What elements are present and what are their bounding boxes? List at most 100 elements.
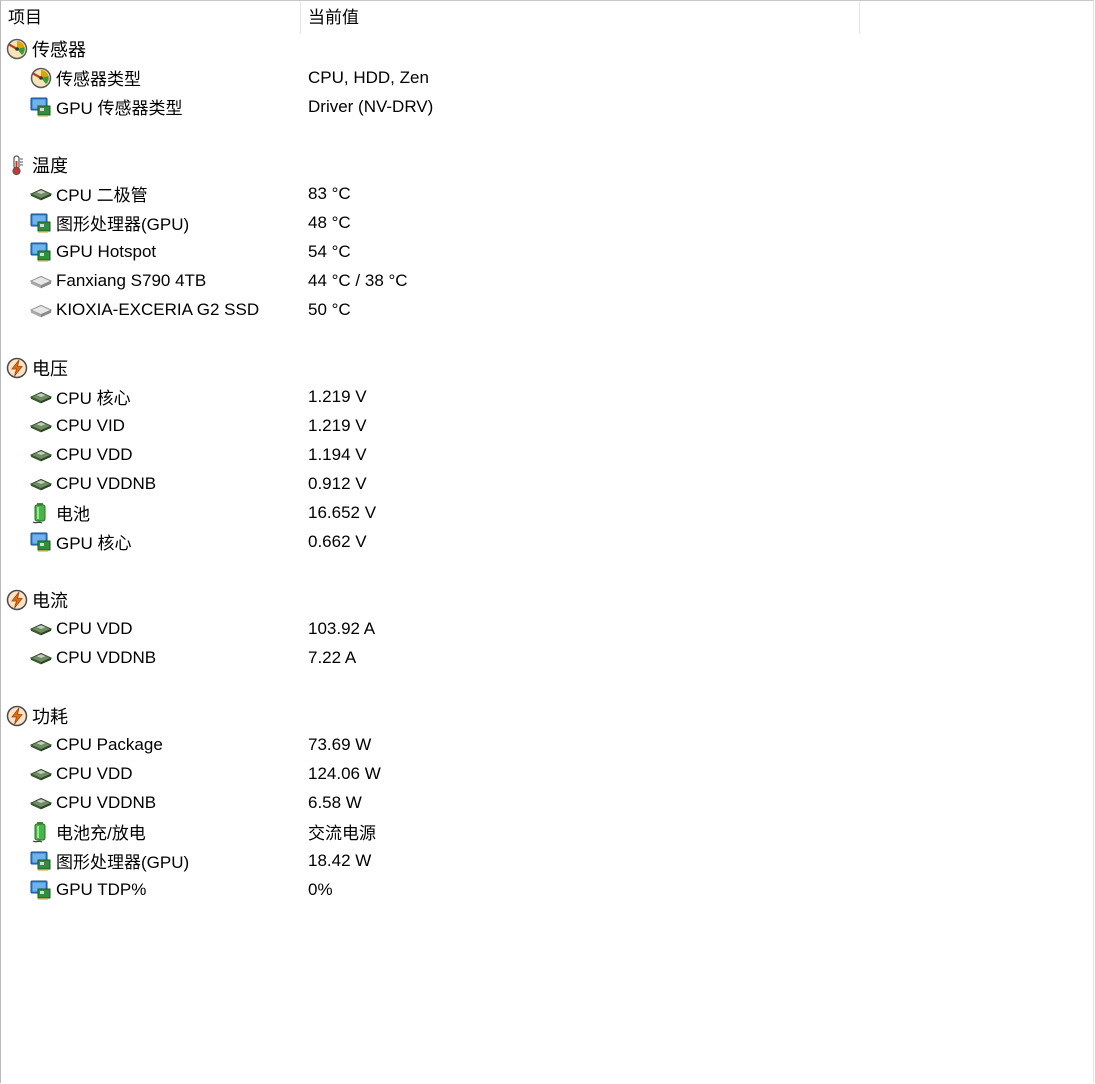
cpu-chip-icon xyxy=(30,444,52,466)
gpu-monitor-icon xyxy=(30,241,52,263)
sensor-label: CPU 核心 xyxy=(56,389,131,408)
group-title: 电压 xyxy=(32,358,68,379)
sensor-row[interactable]: 电池充/放电 交流电源 xyxy=(1,817,1093,846)
sensor-row[interactable]: CPU VDD 1.194 V xyxy=(1,440,1093,469)
group-header[interactable]: 电流 xyxy=(1,585,1093,614)
sensor-value: 7.22 A xyxy=(308,647,357,667)
sensor-label: CPU VID xyxy=(56,415,125,435)
column-header-empty xyxy=(860,1,1093,34)
cpu-chip-icon xyxy=(30,618,52,640)
sensor-label: CPU VDDNB xyxy=(56,647,157,667)
sensor-label: CPU 二极管 xyxy=(56,186,148,205)
sensor-label: 传感器类型 xyxy=(56,70,141,89)
sensor-row[interactable]: GPU Hotspot 54 °C xyxy=(1,237,1093,266)
sensor-row[interactable]: 图形处理器(GPU) 18.42 W xyxy=(1,846,1093,875)
sensor-label: CPU VDD xyxy=(56,763,133,783)
sensor-row[interactable]: CPU Package 73.69 W xyxy=(1,730,1093,759)
sensor-row[interactable]: CPU VID 1.219 V xyxy=(1,411,1093,440)
cpu-chip-icon xyxy=(30,415,52,437)
sensor-value: 1.219 V xyxy=(308,415,367,435)
group-title: 温度 xyxy=(32,155,68,176)
battery-icon xyxy=(30,821,52,843)
sensor-value: 1.219 V xyxy=(308,386,367,406)
column-header: 项目 当前值 xyxy=(1,1,1093,34)
sensor-row[interactable]: KIOXIA-EXCERIA G2 SSD 50 °C xyxy=(1,295,1093,324)
sensor-row[interactable]: Fanxiang S790 4TB 44 °C / 38 °C xyxy=(1,266,1093,295)
cpu-chip-icon xyxy=(30,183,52,205)
sensor-row[interactable]: GPU 传感器类型 Driver (NV-DRV) xyxy=(1,92,1093,121)
sensor-value: 50 °C xyxy=(308,299,351,319)
sensor-row[interactable]: CPU VDDNB 0.912 V xyxy=(1,469,1093,498)
cpu-chip-icon xyxy=(30,647,52,669)
sensor-row[interactable]: CPU VDD 103.92 A xyxy=(1,614,1093,643)
column-header-item[interactable]: 项目 xyxy=(1,1,301,34)
sensor-label: Fanxiang S790 4TB xyxy=(56,270,207,290)
cpu-chip-icon xyxy=(30,734,52,756)
sensor-value: 16.652 V xyxy=(308,502,377,522)
sensor-list: 传感器传感器类型 CPU, HDD, Zen GPU 传感器类型 Driver (NV… xyxy=(1,34,1093,904)
sensor-value: Driver (NV-DRV) xyxy=(308,96,434,116)
gpu-monitor-icon xyxy=(30,96,52,118)
group-header[interactable]: 温度 xyxy=(1,150,1093,179)
sensor-row[interactable]: 图形处理器(GPU) 48 °C xyxy=(1,208,1093,237)
sensor-label: 图形处理器(GPU) xyxy=(56,853,190,872)
sensor-label: 电池充/放电 xyxy=(56,824,146,843)
sensor-row[interactable]: CPU VDD 124.06 W xyxy=(1,759,1093,788)
sensor-row[interactable]: 电池 16.652 V xyxy=(1,498,1093,527)
group-title: 传感器 xyxy=(32,39,86,60)
group-header[interactable]: 功耗 xyxy=(1,701,1093,730)
gpu-monitor-icon xyxy=(30,850,52,872)
drive-icon xyxy=(30,299,52,321)
gauge-icon xyxy=(6,38,28,60)
sensor-value: 54 °C xyxy=(308,241,351,261)
sensor-row[interactable]: GPU TDP% 0% xyxy=(1,875,1093,904)
sensor-label: 电池 xyxy=(56,505,90,524)
column-header-value[interactable]: 当前值 xyxy=(301,1,860,34)
gpu-monitor-icon xyxy=(30,879,52,901)
sensor-row[interactable]: CPU 核心 1.219 V xyxy=(1,382,1093,411)
sensor-row[interactable]: GPU 核心 0.662 V xyxy=(1,527,1093,556)
sensor-row[interactable]: CPU VDDNB 7.22 A xyxy=(1,643,1093,672)
gauge-icon xyxy=(30,67,52,89)
sensor-value: 1.194 V xyxy=(308,444,367,464)
group-title: 功耗 xyxy=(32,706,68,727)
sensor-label: KIOXIA-EXCERIA G2 SSD xyxy=(56,299,260,319)
battery-icon xyxy=(30,502,52,524)
sensor-value: 73.69 W xyxy=(308,734,372,754)
sensor-value: 48 °C xyxy=(308,212,351,232)
sensor-value: 0.912 V xyxy=(308,473,367,493)
sensor-label: CPU VDDNB xyxy=(56,792,157,812)
sensor-value: 0% xyxy=(308,879,333,899)
gpu-monitor-icon xyxy=(30,531,52,553)
group-header[interactable]: 电压 xyxy=(1,353,1093,382)
sensor-row[interactable]: 传感器类型 CPU, HDD, Zen xyxy=(1,63,1093,92)
sensor-label: GPU 传感器类型 xyxy=(56,99,183,118)
sensor-row[interactable]: CPU 二极管 83 °C xyxy=(1,179,1093,208)
sensor-value: 83 °C xyxy=(308,183,351,203)
sensor-value: 103.92 A xyxy=(308,618,376,638)
sensor-value: 18.42 W xyxy=(308,850,372,870)
cpu-chip-icon xyxy=(30,386,52,408)
sensor-label: GPU 核心 xyxy=(56,534,132,553)
lightning-icon xyxy=(6,705,28,727)
group-title: 电流 xyxy=(32,590,68,611)
thermometer-icon xyxy=(6,154,28,176)
lightning-icon xyxy=(6,589,28,611)
sensor-label: CPU VDD xyxy=(56,444,133,464)
sensor-label: 图形处理器(GPU) xyxy=(56,215,190,234)
sensor-label: CPU VDDNB xyxy=(56,473,157,493)
sensor-row[interactable]: CPU VDDNB 6.58 W xyxy=(1,788,1093,817)
group-header[interactable]: 传感器 xyxy=(1,34,1093,63)
cpu-chip-icon xyxy=(30,473,52,495)
cpu-chip-icon xyxy=(30,763,52,785)
sensor-value: 交流电源 xyxy=(308,824,376,843)
drive-icon xyxy=(30,270,52,292)
sensor-value: 44 °C / 38 °C xyxy=(308,270,408,290)
cpu-chip-icon xyxy=(30,792,52,814)
sensor-label: GPU TDP% xyxy=(56,879,147,899)
lightning-icon xyxy=(6,357,28,379)
sensor-label: CPU Package xyxy=(56,734,163,754)
